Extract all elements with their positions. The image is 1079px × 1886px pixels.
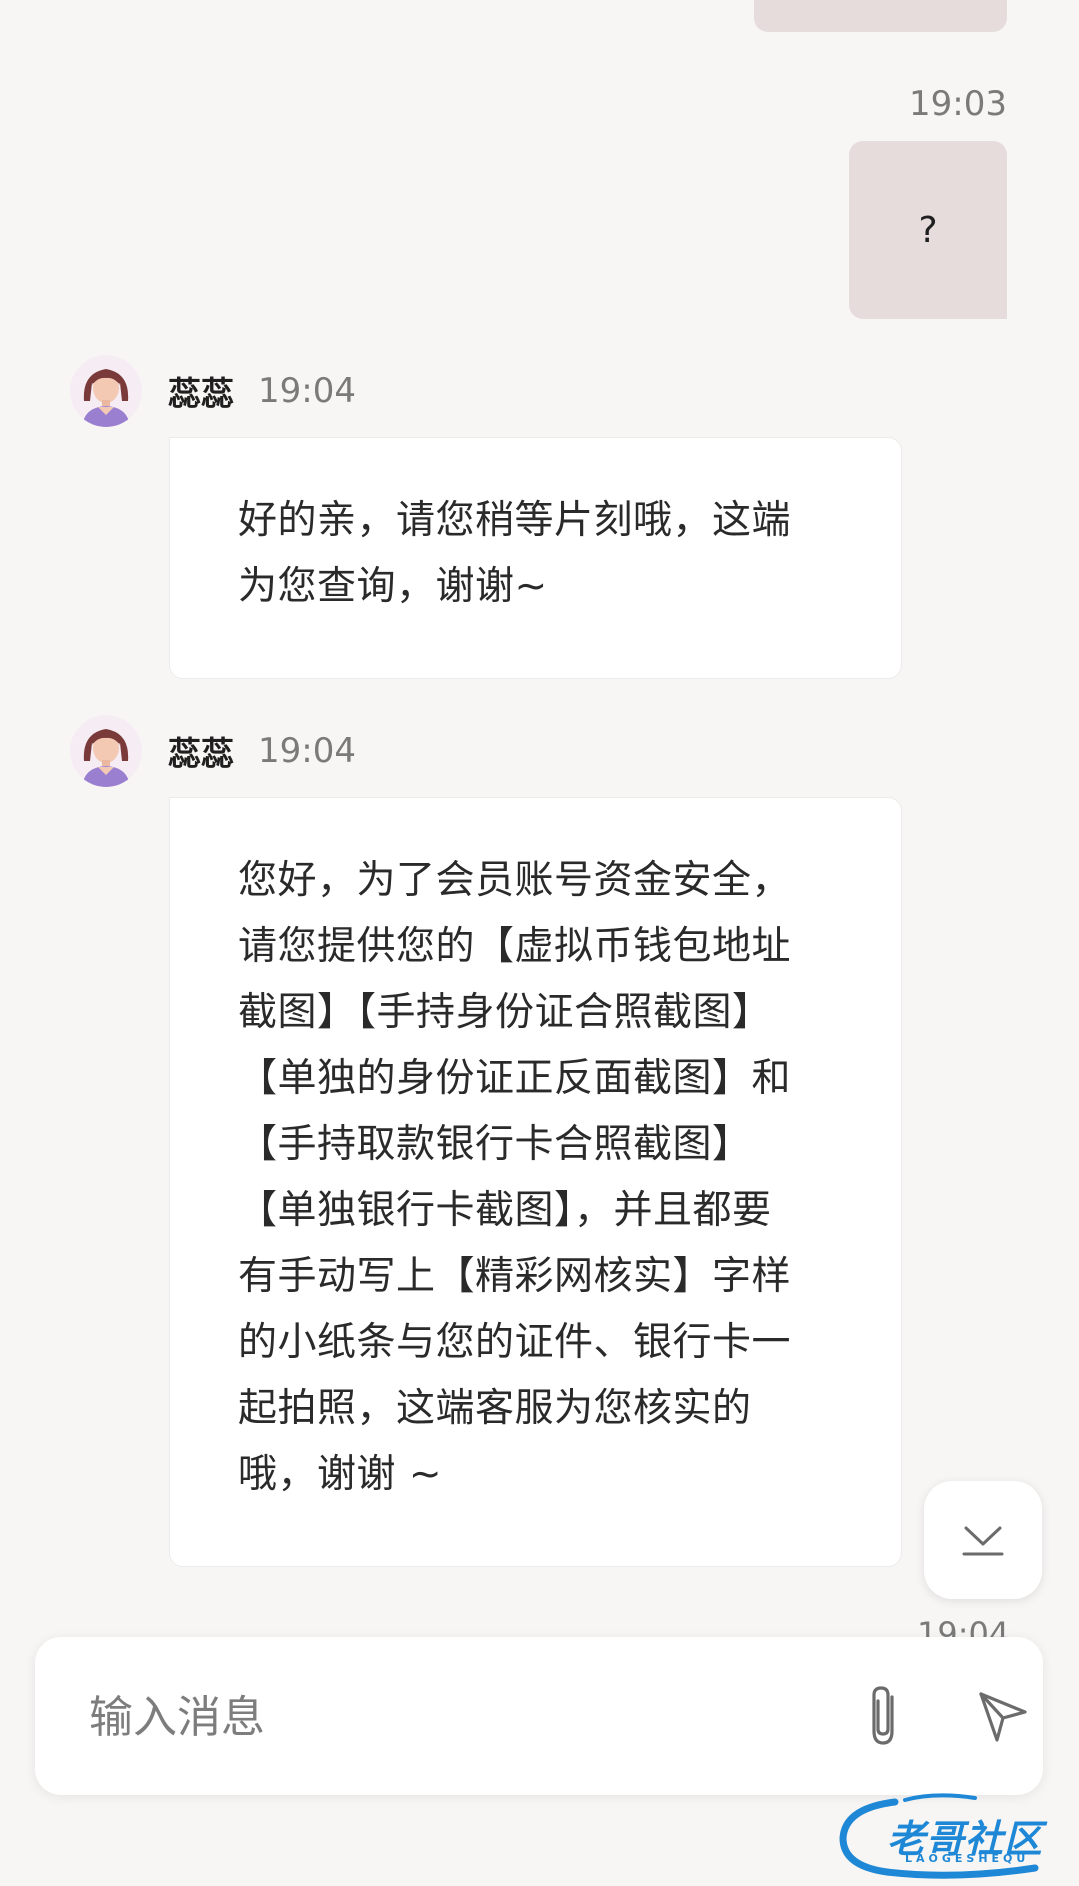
message-line: 【单独的身份证正反面截图】和 <box>238 1056 792 1101</box>
avatar[interactable] <box>70 715 142 787</box>
scroll-to-bottom-icon <box>962 1526 1004 1556</box>
watermark-logo: 老哥社区 LAOGESHEQU <box>835 1790 1065 1880</box>
message-line: 【单独银行卡截图】，并且都要 <box>238 1188 772 1233</box>
message-line: 【手持取款银行卡合照截图】 <box>238 1122 752 1167</box>
incoming-message-header: 蕊蕊 19:04 <box>70 355 356 427</box>
avatar-image <box>70 715 142 787</box>
message-line: 有手动写上【精彩网核实】字样 <box>238 1254 792 1299</box>
attach-button[interactable] <box>843 1676 923 1756</box>
message-line: 您好，为了会员账号资金安全， <box>238 858 792 903</box>
chat-area: 19:03 ? 蕊蕊 19:04 好的亲，请您稍等片刻哦，这端 为您查询，谢谢~ <box>0 0 1079 1886</box>
send-icon <box>979 1692 1027 1742</box>
message-line: 起拍照，这端客服为您核实的 <box>238 1386 752 1431</box>
partial-timestamp: 19:04 <box>917 1615 1010 1637</box>
message-line: 为您查询，谢谢~ <box>238 564 548 609</box>
message-line: 截图】【手持身份证合照截图】 <box>238 990 772 1035</box>
sender-name: 蕊蕊 <box>168 734 234 773</box>
incoming-message-bubble[interactable]: 好的亲，请您稍等片刻哦，这端 为您查询，谢谢~ <box>169 437 902 679</box>
message-line: 的小纸条与您的证件、银行卡一 <box>238 1320 792 1365</box>
outgoing-message-text: ? <box>918 209 938 251</box>
paperclip-icon <box>872 1686 894 1745</box>
incoming-message-header: 蕊蕊 19:04 <box>70 715 356 787</box>
avatar[interactable] <box>70 355 142 427</box>
outgoing-bubble-partial <box>754 0 1007 32</box>
watermark-subtitle: LAOGESHEQU <box>905 1852 1030 1865</box>
outgoing-message-bubble[interactable]: ? <box>849 141 1007 319</box>
message-timestamp: 19:04 <box>258 371 356 411</box>
avatar-image <box>70 355 142 427</box>
incoming-message-bubble[interactable]: 您好，为了会员账号资金安全， 请您提供您的【虚拟币钱包地址 截图】【手持身份证合… <box>169 797 902 1567</box>
message-timestamp: 19:04 <box>258 731 356 771</box>
outgoing-timestamp: 19:03 <box>909 84 1007 124</box>
sender-name: 蕊蕊 <box>168 374 234 413</box>
message-input-bar <box>35 1637 1043 1797</box>
scroll-to-bottom-button[interactable] <box>924 1481 1042 1599</box>
message-line: 哦，谢谢 ~ <box>238 1452 443 1497</box>
message-line: 好的亲，请您稍等片刻哦，这端 <box>238 498 792 543</box>
message-line: 请您提供您的【虚拟币钱包地址 <box>238 924 792 969</box>
send-button[interactable] <box>963 1676 1043 1756</box>
message-input[interactable] <box>87 1637 791 1797</box>
